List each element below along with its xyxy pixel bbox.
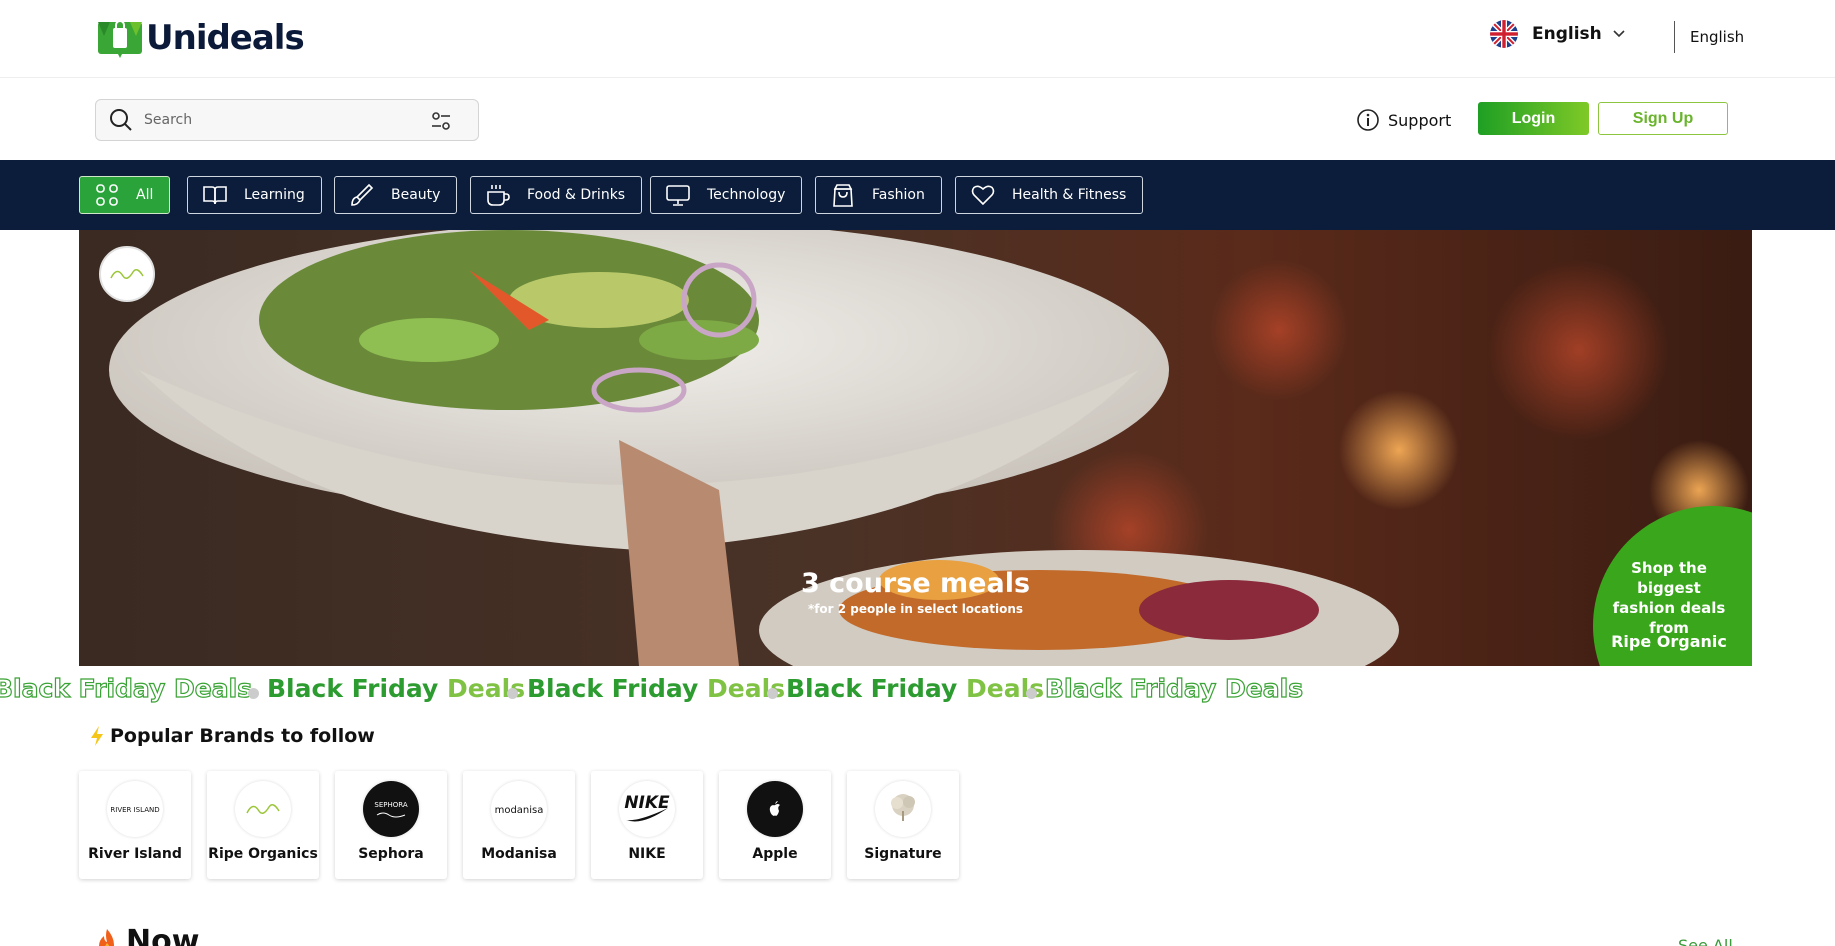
brand-card-nike[interactable]: NIKE NIKE	[591, 771, 703, 879]
category-label: Technology	[707, 187, 786, 203]
category-food-drinks[interactable]: Food & Drinks	[470, 176, 643, 214]
brand-name: River Island	[88, 846, 182, 862]
category-learning[interactable]: Learning	[187, 176, 322, 214]
category-nav: All Learning Beauty Food & Drinks Techno…	[0, 160, 1835, 230]
brand-card-ripe-organics[interactable]: Ripe Organics	[207, 771, 319, 879]
black-friday-marquee: Black Friday Deals Black Friday Deals Bl…	[0, 668, 1835, 712]
marquee-item: Black Friday Deals	[786, 674, 1045, 703]
ripe-organics-logo-icon	[110, 269, 144, 279]
hero-title: 3 course meals	[800, 568, 1031, 599]
marquee-item: Black Friday Deals	[527, 674, 786, 703]
brand-card-river-island[interactable]: RIVER ISLAND River Island	[79, 771, 191, 879]
filter-icon[interactable]	[430, 110, 452, 132]
category-label: Fashion	[872, 187, 925, 203]
category-beauty[interactable]: Beauty	[334, 176, 458, 214]
cup-icon	[487, 185, 510, 206]
popular-brands-title: Popular Brands to follow	[110, 725, 375, 747]
now-title: Now	[126, 924, 200, 946]
grid-icon	[96, 184, 118, 206]
category-label: All	[136, 187, 154, 203]
logo-text: Unideals	[146, 18, 305, 58]
brand-card-signature[interactable]: Signature	[847, 771, 959, 879]
see-all-link[interactable]: See All	[1678, 936, 1733, 946]
category-label: Health & Fitness	[1012, 187, 1127, 203]
lightning-icon	[91, 726, 103, 746]
shopping-bag-logo-icon	[98, 20, 142, 58]
sephora-logo-icon: SEPHORA	[363, 781, 419, 837]
bag-icon	[833, 184, 853, 207]
signup-button[interactable]: Sign Up	[1598, 102, 1728, 135]
category-technology[interactable]: Technology	[650, 176, 803, 214]
marquee-item: Black Friday Deals	[267, 674, 526, 703]
category-all[interactable]: All	[79, 176, 171, 214]
support-link[interactable]: Support	[1356, 108, 1451, 132]
hero-food-image	[79, 230, 1752, 666]
category-health-fitness[interactable]: Health & Fitness	[955, 176, 1144, 214]
category-label: Learning	[244, 187, 305, 203]
search-input[interactable]	[144, 112, 414, 128]
support-label: Support	[1388, 110, 1452, 130]
info-icon	[1357, 109, 1379, 131]
hero-banner[interactable]: 3 course meals *for 2 people in select l…	[79, 230, 1752, 666]
signature-tree-logo-icon	[875, 781, 931, 837]
fire-icon	[99, 928, 114, 946]
svg-text:RIVER ISLAND: RIVER ISLAND	[110, 806, 159, 814]
category-fashion[interactable]: Fashion	[815, 176, 942, 214]
brand-name: Apple	[752, 846, 798, 862]
brush-icon	[351, 183, 374, 206]
brand-name: Sephora	[358, 846, 424, 862]
search-box	[95, 99, 479, 141]
svg-text:NIKE: NIKE	[624, 793, 670, 813]
marquee-dot	[767, 688, 778, 699]
language-label: English	[1532, 24, 1602, 44]
svg-text:modanisa: modanisa	[495, 805, 544, 816]
top-bar: Unideals English English	[0, 0, 1835, 78]
river-island-logo-icon: RIVER ISLAND	[107, 781, 163, 837]
marquee-dot	[507, 688, 518, 699]
site-logo[interactable]: Unideals	[96, 18, 305, 58]
search-icon	[110, 109, 132, 131]
hero-subtitle: *for 2 people in select locations	[807, 602, 1024, 616]
promo-text: Shop the biggest fashion deals from	[1612, 559, 1726, 637]
monitor-icon	[666, 185, 690, 206]
brand-name: Ripe Organics	[208, 846, 318, 862]
marquee-dot	[1026, 688, 1037, 699]
marquee-item: Black Friday Deals	[0, 673, 253, 703]
category-label: Beauty	[391, 187, 441, 203]
page: Unideals English English Search Support …	[0, 0, 1835, 946]
brand-card-sephora[interactable]: SEPHORA Sephora	[335, 771, 447, 879]
ripe-organics-logo-icon	[235, 781, 291, 837]
search-row: Support Login Sign Up	[0, 78, 1835, 160]
nike-logo-icon: NIKE	[619, 781, 675, 837]
marquee-dot	[248, 688, 259, 699]
now-section-heading: Now	[94, 924, 199, 946]
featured-brand-badge[interactable]	[99, 246, 155, 302]
language-secondary[interactable]: English	[1690, 28, 1744, 46]
promo-brand[interactable]: Ripe Organic	[1599, 632, 1739, 651]
heart-icon	[971, 185, 995, 206]
book-icon	[203, 186, 227, 205]
brand-name: NIKE	[628, 846, 666, 862]
popular-brands-heading: Popular Brands to follow	[88, 725, 375, 747]
login-button[interactable]: Login	[1478, 102, 1589, 135]
marquee-item: Black Friday Deals	[1044, 673, 1304, 703]
category-label: Food & Drinks	[527, 187, 626, 203]
modanisa-logo-icon: modanisa	[491, 781, 547, 837]
svg-text:SEPHORA: SEPHORA	[374, 801, 407, 809]
brand-name: Signature	[864, 846, 942, 862]
apple-logo-icon	[747, 781, 803, 837]
uk-flag-icon	[1490, 20, 1518, 48]
header-divider	[1674, 21, 1675, 53]
chevron-down-icon	[1613, 30, 1625, 38]
language-selector[interactable]: English	[1490, 20, 1626, 48]
brand-card-modanisa[interactable]: modanisa Modanisa	[463, 771, 575, 879]
brand-name: Modanisa	[481, 846, 557, 862]
brand-card-apple[interactable]: Apple	[719, 771, 831, 879]
